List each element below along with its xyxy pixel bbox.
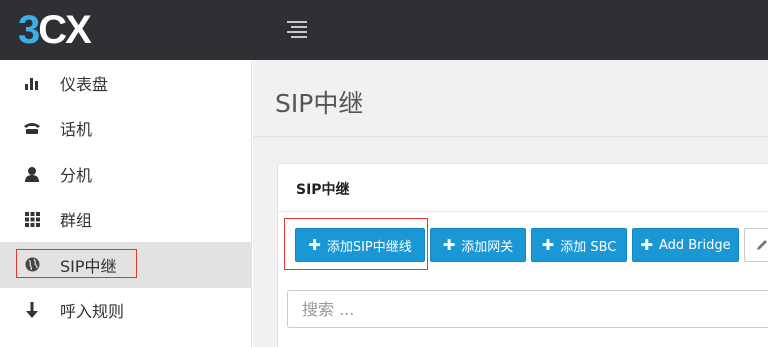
plus-icon: ✚ [308, 236, 321, 254]
bar-chart-icon [22, 74, 42, 92]
main-content: SIP中继 SIP中继 ✚ 添加SIP中继线 ✚ 添加网关 ✚ 添加 SBC ✚… [253, 60, 768, 347]
annotation-highlight-box [16, 249, 137, 278]
sidebar-item-dashboard[interactable]: 仪表盘 [0, 60, 251, 106]
sidebar-item-label: 话机 [60, 120, 93, 140]
divider [278, 211, 768, 212]
divider [253, 136, 768, 137]
sidebar-item-extensions[interactable]: 分机 [0, 151, 251, 197]
sidebar-item-label: 分机 [60, 165, 93, 185]
panel-title: SIP中继 [296, 182, 350, 198]
sidebar-item-label: 群组 [60, 211, 93, 231]
arrow-down-icon [22, 301, 42, 319]
3cx-logo[interactable]: 3 C X [18, 7, 92, 52]
edit-button[interactable] [744, 228, 768, 262]
add-sbc-button[interactable]: ✚ 添加 SBC [531, 228, 627, 262]
plus-icon: ✚ [541, 236, 555, 254]
sidebar-item-inbound-rules[interactable]: 呼入规则 [0, 288, 251, 334]
top-bar: 3 C X [0, 0, 768, 60]
button-label: Add Bridge [658, 237, 731, 253]
grid-icon [22, 210, 42, 228]
pencil-icon [757, 240, 767, 250]
hamburger-icon[interactable] [287, 21, 307, 38]
phone-icon [22, 119, 42, 137]
page-title: SIP中继 [275, 89, 364, 118]
add-bridge-button[interactable]: ✚ Add Bridge [632, 228, 739, 262]
sidebar-item-groups[interactable]: 群组 [0, 197, 251, 243]
button-label: 添加网关 [461, 239, 514, 255]
sidebar-item-label: 呼入规则 [60, 302, 125, 322]
logo-part-c: C [38, 7, 67, 52]
plus-icon: ✚ [442, 236, 456, 254]
add-sip-trunk-button[interactable]: ✚ 添加SIP中继线 [295, 228, 425, 262]
sidebar-item-label: 仪表盘 [60, 74, 109, 94]
sidebar: 仪表盘 话机 分机 群组 SIP中继 呼入规则 [0, 60, 252, 347]
sip-trunk-panel: SIP中继 ✚ 添加SIP中继线 ✚ 添加网关 ✚ 添加 SBC ✚ Add B… [277, 163, 768, 347]
button-label: 添加SIP中继线 [326, 239, 412, 255]
add-gateway-button[interactable]: ✚ 添加网关 [430, 228, 526, 262]
button-label: 添加 SBC [560, 239, 617, 255]
search-input[interactable] [287, 290, 768, 328]
sidebar-item-phones[interactable]: 话机 [0, 106, 251, 152]
sidebar-item-sip-trunks[interactable]: SIP中继 [0, 242, 251, 288]
logo-part-x: X [65, 7, 92, 52]
logo-part-3: 3 [18, 7, 40, 52]
user-icon [22, 165, 42, 183]
plus-icon: ✚ [640, 236, 653, 254]
